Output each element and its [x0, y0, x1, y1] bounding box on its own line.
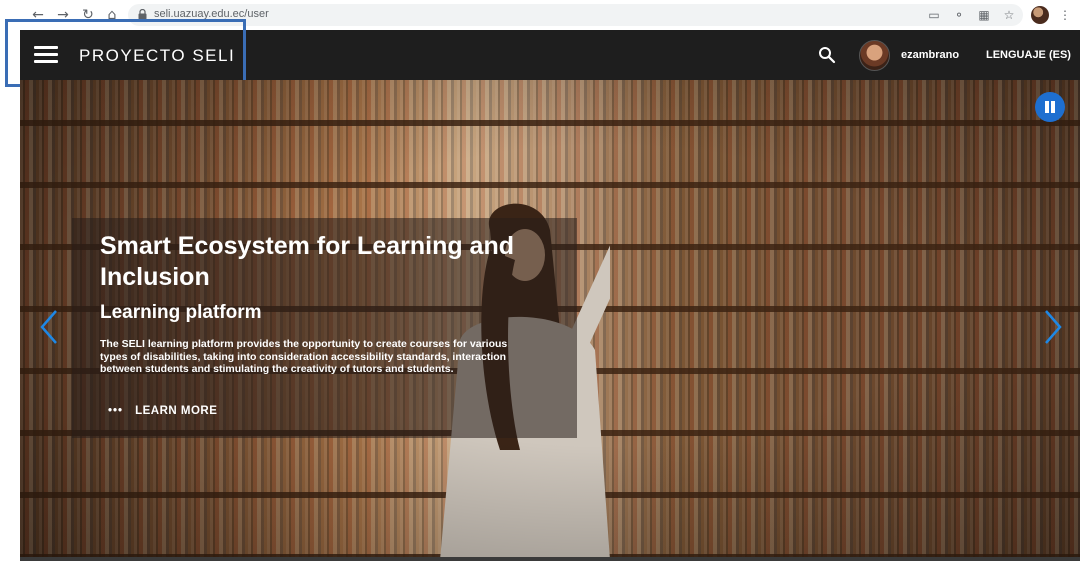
- pause-icon: [1045, 101, 1049, 113]
- hero-description: The SELI learning platform provides the …: [100, 338, 508, 375]
- language-selector[interactable]: LENGUAJE (ES): [986, 49, 1071, 61]
- username[interactable]: ezambrano: [901, 49, 959, 61]
- pause-button[interactable]: [1035, 92, 1065, 122]
- star-icon[interactable]: ☆: [1001, 7, 1017, 23]
- search-icon[interactable]: [818, 46, 836, 64]
- carousel-prev-arrow-icon[interactable]: [38, 308, 60, 346]
- hero-title: Smart Ecosystem for Learning and Inclusi…: [100, 232, 515, 291]
- more-dots-icon: •••: [108, 405, 124, 417]
- hero-carousel: Smart Ecosystem for Learning and Inclusi…: [20, 80, 1080, 560]
- translate-icon[interactable]: ▦: [976, 7, 992, 23]
- learn-more-label: LEARN MORE: [135, 405, 218, 417]
- profile-icon[interactable]: [1031, 6, 1049, 24]
- carousel-next-arrow-icon[interactable]: [1042, 308, 1064, 346]
- bottom-divider: [20, 557, 1080, 561]
- hero-subtitle: Learning platform: [100, 302, 262, 323]
- more-vert-icon[interactable]: ⋮: [1057, 7, 1073, 23]
- learn-more-button[interactable]: ••• LEARN MORE: [108, 405, 217, 417]
- highlight-annotation: [5, 19, 246, 87]
- key-icon[interactable]: ⚬: [951, 7, 967, 23]
- cast-icon[interactable]: ▭: [926, 7, 942, 23]
- avatar[interactable]: [859, 40, 890, 71]
- address-bar[interactable]: seli.uazuay.edu.ec/user: [128, 4, 1023, 26]
